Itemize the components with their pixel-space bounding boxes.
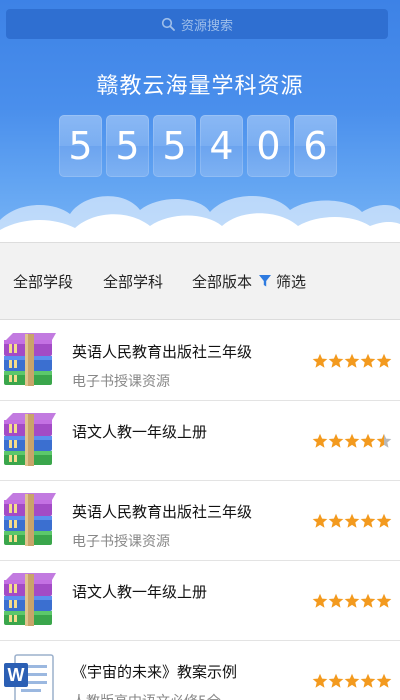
star-icon — [376, 673, 392, 688]
rating-stars — [312, 673, 392, 689]
star-icon — [376, 513, 392, 528]
star-icon — [344, 673, 360, 688]
star-icon — [312, 673, 328, 688]
list-item-title: 《宇宙的未来》教案示例 — [72, 663, 238, 681]
list-item[interactable]: W 《宇宙的未来》教案示例人教版高中语文必修5全 — [0, 641, 400, 700]
list-item-title: 语文人教一年级上册 — [72, 583, 208, 601]
filter-stage-dropdown[interactable]: 全部学段 — [13, 271, 73, 292]
filter-button[interactable]: 筛选 — [258, 271, 306, 292]
filter-button-label: 筛选 — [276, 273, 307, 291]
word-document-icon: W — [4, 654, 54, 700]
star-icon — [360, 513, 376, 528]
search-input[interactable]: 资源搜索 — [6, 9, 388, 39]
winrar-archive-icon — [4, 333, 56, 386]
header-banner: 资源搜索 赣教云海量学科资源 5 5 5 4 0 6 — [0, 0, 400, 242]
star-icon — [376, 353, 392, 368]
clouds-decoration — [0, 196, 400, 242]
list-item-subtitle: 人教版高中语文必修5全 — [72, 691, 221, 700]
star-icon — [360, 433, 376, 448]
rating-stars — [312, 433, 392, 449]
rating-stars — [312, 353, 392, 369]
list-item[interactable]: 英语人民教育出版社三年级 电子书授课资源 — [0, 321, 400, 401]
list-item[interactable]: 语文人教一年级上册 — [0, 401, 400, 481]
resource-counter: 5 5 5 4 0 6 — [59, 115, 339, 177]
star-icon — [312, 593, 328, 608]
list-item[interactable]: 英语人民教育出版社三年级 电子书授课资源 — [0, 481, 400, 561]
star-icon — [312, 433, 328, 448]
list-item-title: 英语人民教育出版社三年级 — [72, 503, 253, 521]
star-icon — [360, 593, 376, 608]
funnel-icon — [259, 275, 271, 287]
counter-digit: 0 — [247, 115, 290, 177]
counter-digit: 5 — [106, 115, 149, 177]
search-icon — [161, 17, 175, 31]
search-placeholder: 资源搜索 — [180, 18, 233, 34]
list-item-subtitle: 电子书授课资源 — [72, 534, 170, 550]
counter-digit: 6 — [294, 115, 337, 177]
star-icon — [360, 673, 376, 688]
resource-list: 英语人民教育出版社三年级 电子书授课资源 语文人教一年级上册 英语人民教育出版社三… — [0, 321, 400, 700]
page-title: 赣教云海量学科资源 — [96, 74, 304, 99]
star-icon — [376, 593, 392, 608]
filter-edition-dropdown[interactable]: 全部版本 — [192, 271, 252, 292]
list-item[interactable]: 语文人教一年级上册 — [0, 561, 400, 641]
svg-text:W: W — [8, 665, 25, 685]
list-item-title: 语文人教一年级上册 — [72, 423, 208, 441]
winrar-archive-icon — [4, 573, 56, 626]
filter-bar: 全部学段 全部学科 全部版本 筛选 — [0, 242, 400, 320]
star-icon — [328, 593, 344, 608]
star-icon — [344, 593, 360, 608]
star-icon — [376, 433, 392, 448]
list-item-title: 英语人民教育出版社三年级 — [72, 343, 253, 361]
star-icon — [328, 513, 344, 528]
star-icon — [360, 353, 376, 368]
counter-digit: 4 — [200, 115, 243, 177]
star-icon — [344, 513, 360, 528]
winrar-archive-icon — [4, 413, 56, 466]
star-icon — [344, 433, 360, 448]
star-icon — [328, 673, 344, 688]
counter-digit: 5 — [153, 115, 196, 177]
filter-subject-dropdown[interactable]: 全部学科 — [103, 271, 163, 292]
star-icon — [328, 433, 344, 448]
counter-digit: 5 — [59, 115, 102, 177]
star-icon — [328, 353, 344, 368]
star-icon — [312, 353, 328, 368]
rating-stars — [312, 593, 392, 609]
list-item-subtitle: 电子书授课资源 — [72, 374, 170, 390]
winrar-archive-icon — [4, 493, 56, 546]
star-icon — [344, 353, 360, 368]
rating-stars — [312, 513, 392, 529]
star-icon — [312, 513, 328, 528]
